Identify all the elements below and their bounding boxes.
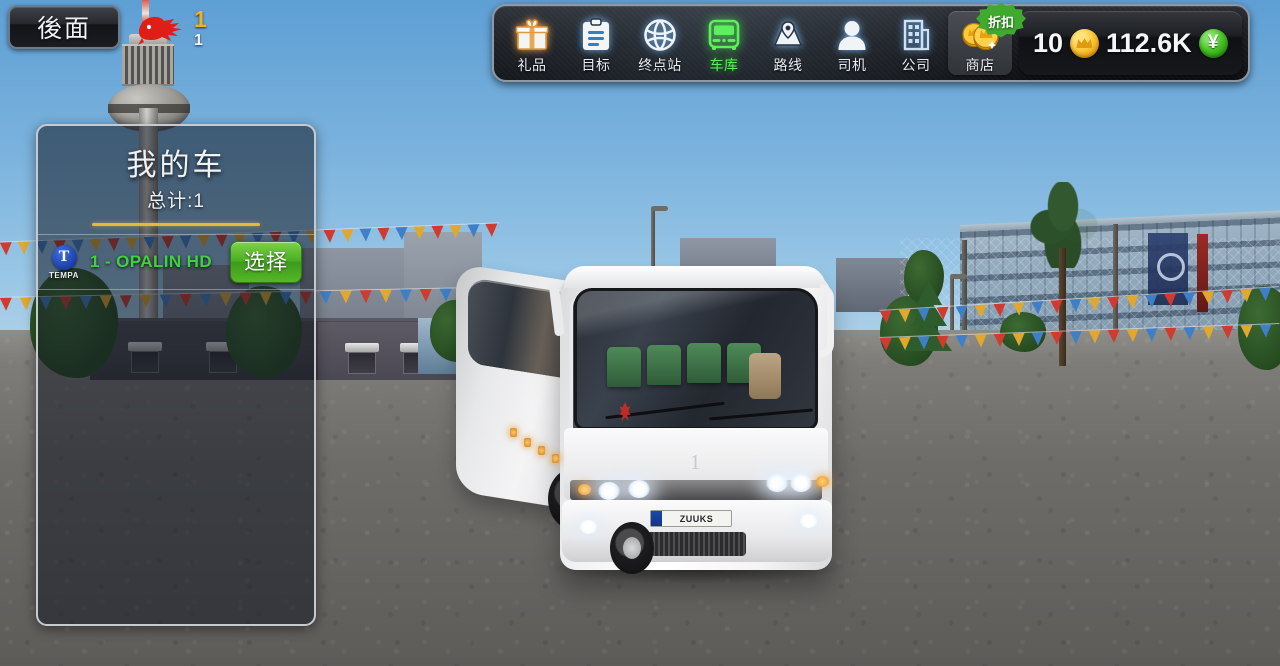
toolbar-label-shop: 商店 [965, 57, 995, 73]
bus-side-marker [524, 438, 531, 447]
globe-icon [643, 16, 677, 53]
bus-vehicle: 1 ZUUKS [452, 232, 902, 622]
window-awning [345, 343, 379, 352]
money-amount: 112.6K [1106, 27, 1192, 58]
depot-window [348, 352, 376, 374]
gift-icon [515, 16, 549, 53]
toolbar-item-goals[interactable]: 目标 [564, 11, 628, 75]
bus-mirror-right [820, 284, 834, 358]
toolbar-label-routes: 路线 [773, 57, 803, 73]
bus-headlight [766, 474, 788, 492]
vehicle-brand-logo: T TEMPA [38, 244, 90, 280]
plate-text: ZUUKS [679, 513, 714, 524]
currency-bar[interactable]: 10 112.6K ¥ [1019, 11, 1242, 75]
bus-icon [707, 16, 741, 53]
bus-windshield [574, 288, 818, 430]
toolbar-item-routes[interactable]: 路线 [756, 11, 820, 75]
clipboard-icon [581, 16, 611, 53]
select-button-label: 选择 [244, 251, 288, 274]
brand-name-label: TEMPA [49, 270, 79, 280]
panel-divider [92, 223, 260, 226]
panel-subtitle-total: 总计:1 [147, 191, 205, 212]
toolbar-label-company: 公司 [901, 57, 931, 73]
tempa-logo-icon: T [51, 244, 77, 270]
bus-side-marker [538, 446, 545, 455]
toolbar-item-garage[interactable]: 车库 [692, 11, 756, 75]
bus-license-plate: ZUUKS [650, 510, 732, 527]
tree [1000, 312, 1046, 352]
bus-fog-light [800, 514, 817, 528]
toolbar-label-garage: 车库 [709, 57, 739, 73]
team-logo-group: 1 1 [132, 6, 232, 56]
toolbar-item-company[interactable]: 公司 [884, 11, 948, 75]
white-counter: 1 [194, 32, 203, 49]
my-vehicles-panel: 我的车 总计:1 T TEMPA 1 - OPALIN HD 选择 [36, 124, 316, 626]
toolbar-item-gifts[interactable]: 礼品 [500, 11, 564, 75]
gold-counter: 1 [194, 6, 207, 32]
toolbar-item-shop[interactable]: 商店 折扣 [948, 3, 1026, 75]
gold-coin-icon [1070, 28, 1100, 58]
person-icon [837, 16, 867, 53]
bus-front-wheel [610, 522, 654, 574]
red-horse-logo-icon [138, 16, 182, 45]
toolbar-label-terminal: 终点站 [638, 57, 682, 73]
map-pin-icon [771, 16, 805, 53]
toolbar-label-gifts: 礼品 [517, 57, 547, 73]
pine-tree-trunk [1059, 248, 1066, 366]
toolbar-item-drivers[interactable]: 司机 [820, 11, 884, 75]
bus-turn-signal [816, 476, 829, 487]
bus-driver-seat [749, 353, 781, 399]
bus-air-vent [638, 532, 746, 556]
building-icon [901, 16, 931, 53]
pine-tree [906, 281, 952, 351]
brand-mark-letter: T [58, 248, 70, 265]
bus-headlight [628, 480, 650, 498]
plate-eu-band [651, 511, 662, 526]
bus-roof [564, 266, 826, 288]
vehicle-list-item[interactable]: T TEMPA 1 - OPALIN HD 选择 [38, 234, 314, 290]
vehicle-name: 1 - OPALIN HD [90, 252, 213, 271]
stadium-banner [1148, 233, 1188, 305]
bus-headlight [790, 474, 812, 492]
toolbar-item-terminal[interactable]: 终点站 [628, 11, 692, 75]
panel-title: 我的车 [126, 149, 226, 182]
bus-turn-signal [578, 484, 591, 495]
bus-side-marker [552, 454, 559, 463]
stadium-banner-red [1197, 234, 1208, 312]
back-button-label: 後面 [36, 15, 91, 43]
yen-symbol: ¥ [1207, 32, 1219, 53]
back-button[interactable]: 後面 [8, 5, 120, 49]
toolbar-label-drivers: 司机 [837, 57, 867, 73]
bus-fog-light [580, 520, 597, 534]
lamp-head [651, 206, 668, 211]
game-screen: 1 ZUUKS 後面 1 1 礼品 目标 终点站 车库 路线 司机 公司 商店 … [0, 0, 1280, 666]
tree [1238, 286, 1280, 370]
yen-coin-icon: ¥ [1198, 28, 1228, 58]
bus-side-marker [510, 428, 517, 437]
main-toolbar: 礼品 目标 终点站 车库 路线 司机 公司 商店 折扣 10 112.6K ¥ [492, 3, 1250, 82]
toolbar-label-goals: 目标 [581, 57, 611, 73]
bus-front-number: 1 [690, 450, 701, 474]
select-button[interactable]: 选择 [230, 241, 302, 283]
bus-headlight [598, 482, 620, 500]
lamp-head [950, 274, 967, 279]
gold-amount: 10 [1033, 27, 1064, 58]
discount-badge-label: 折扣 [987, 14, 1014, 30]
